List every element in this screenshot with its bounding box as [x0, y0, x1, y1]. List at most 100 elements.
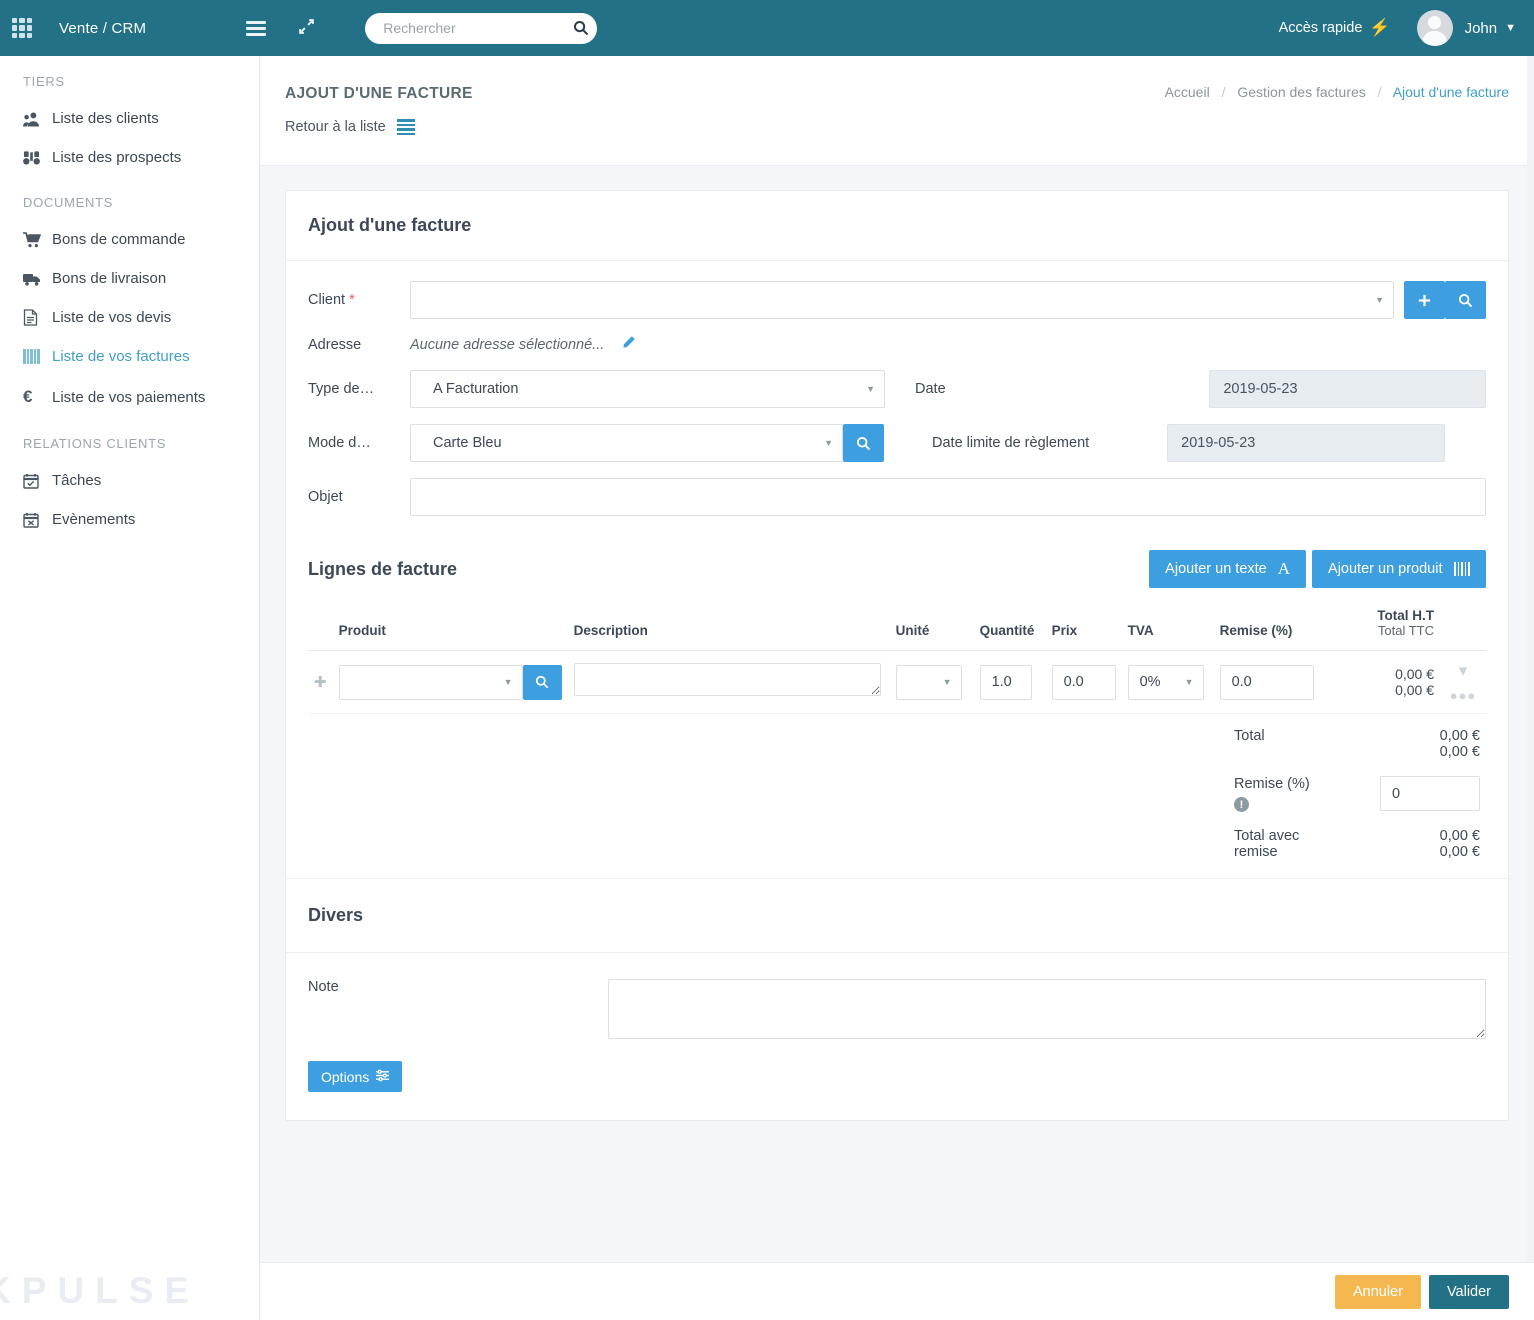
add-client-button[interactable] — [1404, 281, 1445, 319]
breadcrumb-gestion-des-factures[interactable]: Gestion des factures — [1237, 84, 1365, 100]
col-total: Total H.T Total TTC — [1331, 608, 1440, 651]
calendar-check-icon — [23, 473, 52, 489]
duedate-field[interactable]: 2019-05-23 — [1167, 424, 1446, 462]
remise-cell — [1213, 650, 1332, 714]
sidebar-item-liste-des-prospects[interactable]: Liste des prospects — [0, 138, 259, 177]
chevron-down-icon[interactable]: ▼ — [1505, 22, 1516, 34]
page-scrollbar[interactable] — [1527, 56, 1534, 1320]
sidebar-item-bons-de-commande[interactable]: Bons de commande — [0, 220, 259, 259]
objet-row: Objet — [308, 478, 1486, 516]
total-remise-label: Total avec remise — [1234, 828, 1300, 860]
pencil-icon[interactable] — [621, 335, 636, 354]
client-select[interactable] — [410, 281, 1394, 319]
apps-grid-icon[interactable] — [9, 15, 35, 41]
form-footer: Annuler Valider — [260, 1262, 1534, 1320]
list-icon — [396, 119, 415, 135]
add-product-button[interactable]: Ajouter un produit — [1312, 550, 1486, 588]
unite-select[interactable] — [895, 664, 962, 700]
search-icon[interactable] — [573, 20, 589, 36]
total-remise-values: 0,00 € 0,00 € — [1316, 820, 1486, 868]
binoculars-icon — [23, 150, 52, 166]
breadcrumb-current[interactable]: Ajout d'une facture — [1393, 84, 1509, 100]
ellipsis-icon[interactable]: ●●● — [1446, 688, 1480, 703]
total-ht: 0,00 € — [1439, 728, 1480, 744]
search-client-button[interactable] — [1445, 281, 1486, 319]
type-select[interactable] — [410, 370, 885, 408]
total-remise-ttc: 0,00 € — [1439, 844, 1480, 860]
sidebar-item-label: Tâches — [52, 472, 102, 489]
expand-arrows-icon[interactable] — [298, 18, 315, 38]
add-product-label: Ajouter un produit — [1328, 561, 1443, 577]
sidebar-item-liste-de-vos-paiements[interactable]: € Liste de vos paiements — [0, 376, 259, 418]
drag-handle-icon[interactable]: ✚ — [314, 674, 327, 691]
remise-input[interactable] — [1219, 664, 1314, 700]
note-textarea[interactable] — [608, 979, 1486, 1039]
global-remise-input[interactable] — [1380, 776, 1480, 811]
chevron-down-icon[interactable]: ▾ — [1446, 661, 1480, 681]
breadcrumb-accueil[interactable]: Accueil — [1165, 84, 1210, 100]
quick-access-button[interactable]: Accès rapide ⚡ — [1279, 18, 1391, 38]
total-remise-ht: 0,00 € — [1439, 828, 1480, 844]
note-label: Note — [308, 979, 339, 995]
avatar[interactable] — [1416, 10, 1453, 46]
unite-cell: ▼ — [889, 650, 974, 714]
objet-input[interactable] — [410, 478, 1486, 516]
breadcrumb-separator: / — [1377, 84, 1382, 100]
sidebar-item-label: Liste de vos paiements — [52, 388, 206, 406]
duedate-label: Date limite de règlement — [932, 435, 1090, 451]
quantite-input[interactable] — [979, 664, 1032, 700]
total-values: 0,00 € 0,00 € — [1316, 720, 1486, 768]
prix-input[interactable] — [1051, 664, 1116, 700]
calendar-x-icon — [23, 512, 52, 528]
shopping-cart-icon — [23, 231, 52, 248]
mode-duedate-row: Mode d… ▼ Date limite de règlement 2019-… — [308, 424, 1486, 462]
col-tva: TVA — [1121, 608, 1214, 651]
font-a-icon: A — [1277, 559, 1291, 578]
cancel-button[interactable]: Annuler — [1334, 1274, 1421, 1309]
description-textarea[interactable] — [573, 663, 881, 696]
objet-label: Objet — [308, 489, 343, 505]
document-icon — [23, 309, 52, 326]
date-field[interactable]: 2019-05-23 — [1209, 370, 1486, 408]
topbar-right-group: Accès rapide ⚡ John ▼ — [1279, 10, 1534, 46]
client-label-text: Client — [308, 292, 346, 308]
brand-title: Vente / CRM — [59, 19, 147, 37]
invoice-lines-header: Lignes de facture Ajouter un texte A Ajo… — [308, 550, 1486, 588]
col-remise: Remise (%) — [1213, 608, 1332, 651]
global-search-box[interactable] — [365, 12, 598, 44]
page-header: AJOUT D'UNE FACTURE Accueil / Gestion de… — [260, 56, 1534, 166]
sidebar-item-label: Liste des clients — [52, 110, 159, 127]
user-name[interactable]: John — [1465, 20, 1498, 37]
hamburger-icon[interactable] — [246, 18, 267, 39]
total-label: Total — [1234, 728, 1265, 744]
sidebar-item-liste-de-vos-factures[interactable]: Liste de vos factures — [0, 337, 259, 376]
quick-access-label: Accès rapide — [1278, 20, 1363, 36]
back-to-list-button[interactable]: Retour à la liste — [285, 119, 415, 135]
breadcrumb: Accueil / Gestion des factures / Ajout d… — [1165, 84, 1509, 100]
search-input[interactable] — [381, 19, 574, 37]
add-text-button[interactable]: Ajouter un texte A — [1149, 550, 1307, 588]
info-icon[interactable]: ! — [1234, 797, 1249, 812]
search-mode-button[interactable] — [843, 424, 884, 462]
mode-select[interactable] — [410, 424, 843, 462]
col-total-ht: Total H.T — [1377, 608, 1434, 623]
search-produit-button[interactable] — [522, 664, 562, 700]
line-total-cell: 0,00 € 0,00 € — [1331, 650, 1440, 714]
sidebar-item-taches[interactable]: Tâches — [0, 461, 259, 500]
kpulse-watermark: KPULSE — [0, 1270, 201, 1311]
validate-button[interactable]: Valider — [1428, 1274, 1509, 1309]
sidebar-item-liste-des-clients[interactable]: Liste des clients — [0, 99, 259, 138]
invoice-lines-table: Produit Description Unité Quantité Prix … — [308, 608, 1486, 714]
line-total-ttc: 0,00 € — [1395, 682, 1434, 698]
type-date-row: Type de… ▼ Date 2019-05-23 — [308, 370, 1486, 408]
produit-select[interactable] — [338, 664, 523, 700]
tva-select[interactable] — [1127, 664, 1204, 700]
sidebar-item-bons-de-livraison[interactable]: Bons de livraison — [0, 259, 259, 298]
options-button[interactable]: Options — [308, 1061, 403, 1092]
sidebar-item-label: Bons de livraison — [52, 270, 167, 287]
sidebar-item-liste-de-vos-devis[interactable]: Liste de vos devis — [0, 298, 259, 337]
tva-cell: ▼ — [1121, 650, 1214, 714]
users-icon — [23, 111, 52, 127]
sidebar-item-evenements[interactable]: Evènements — [0, 500, 259, 539]
mode-label: Mode d… — [308, 435, 371, 451]
